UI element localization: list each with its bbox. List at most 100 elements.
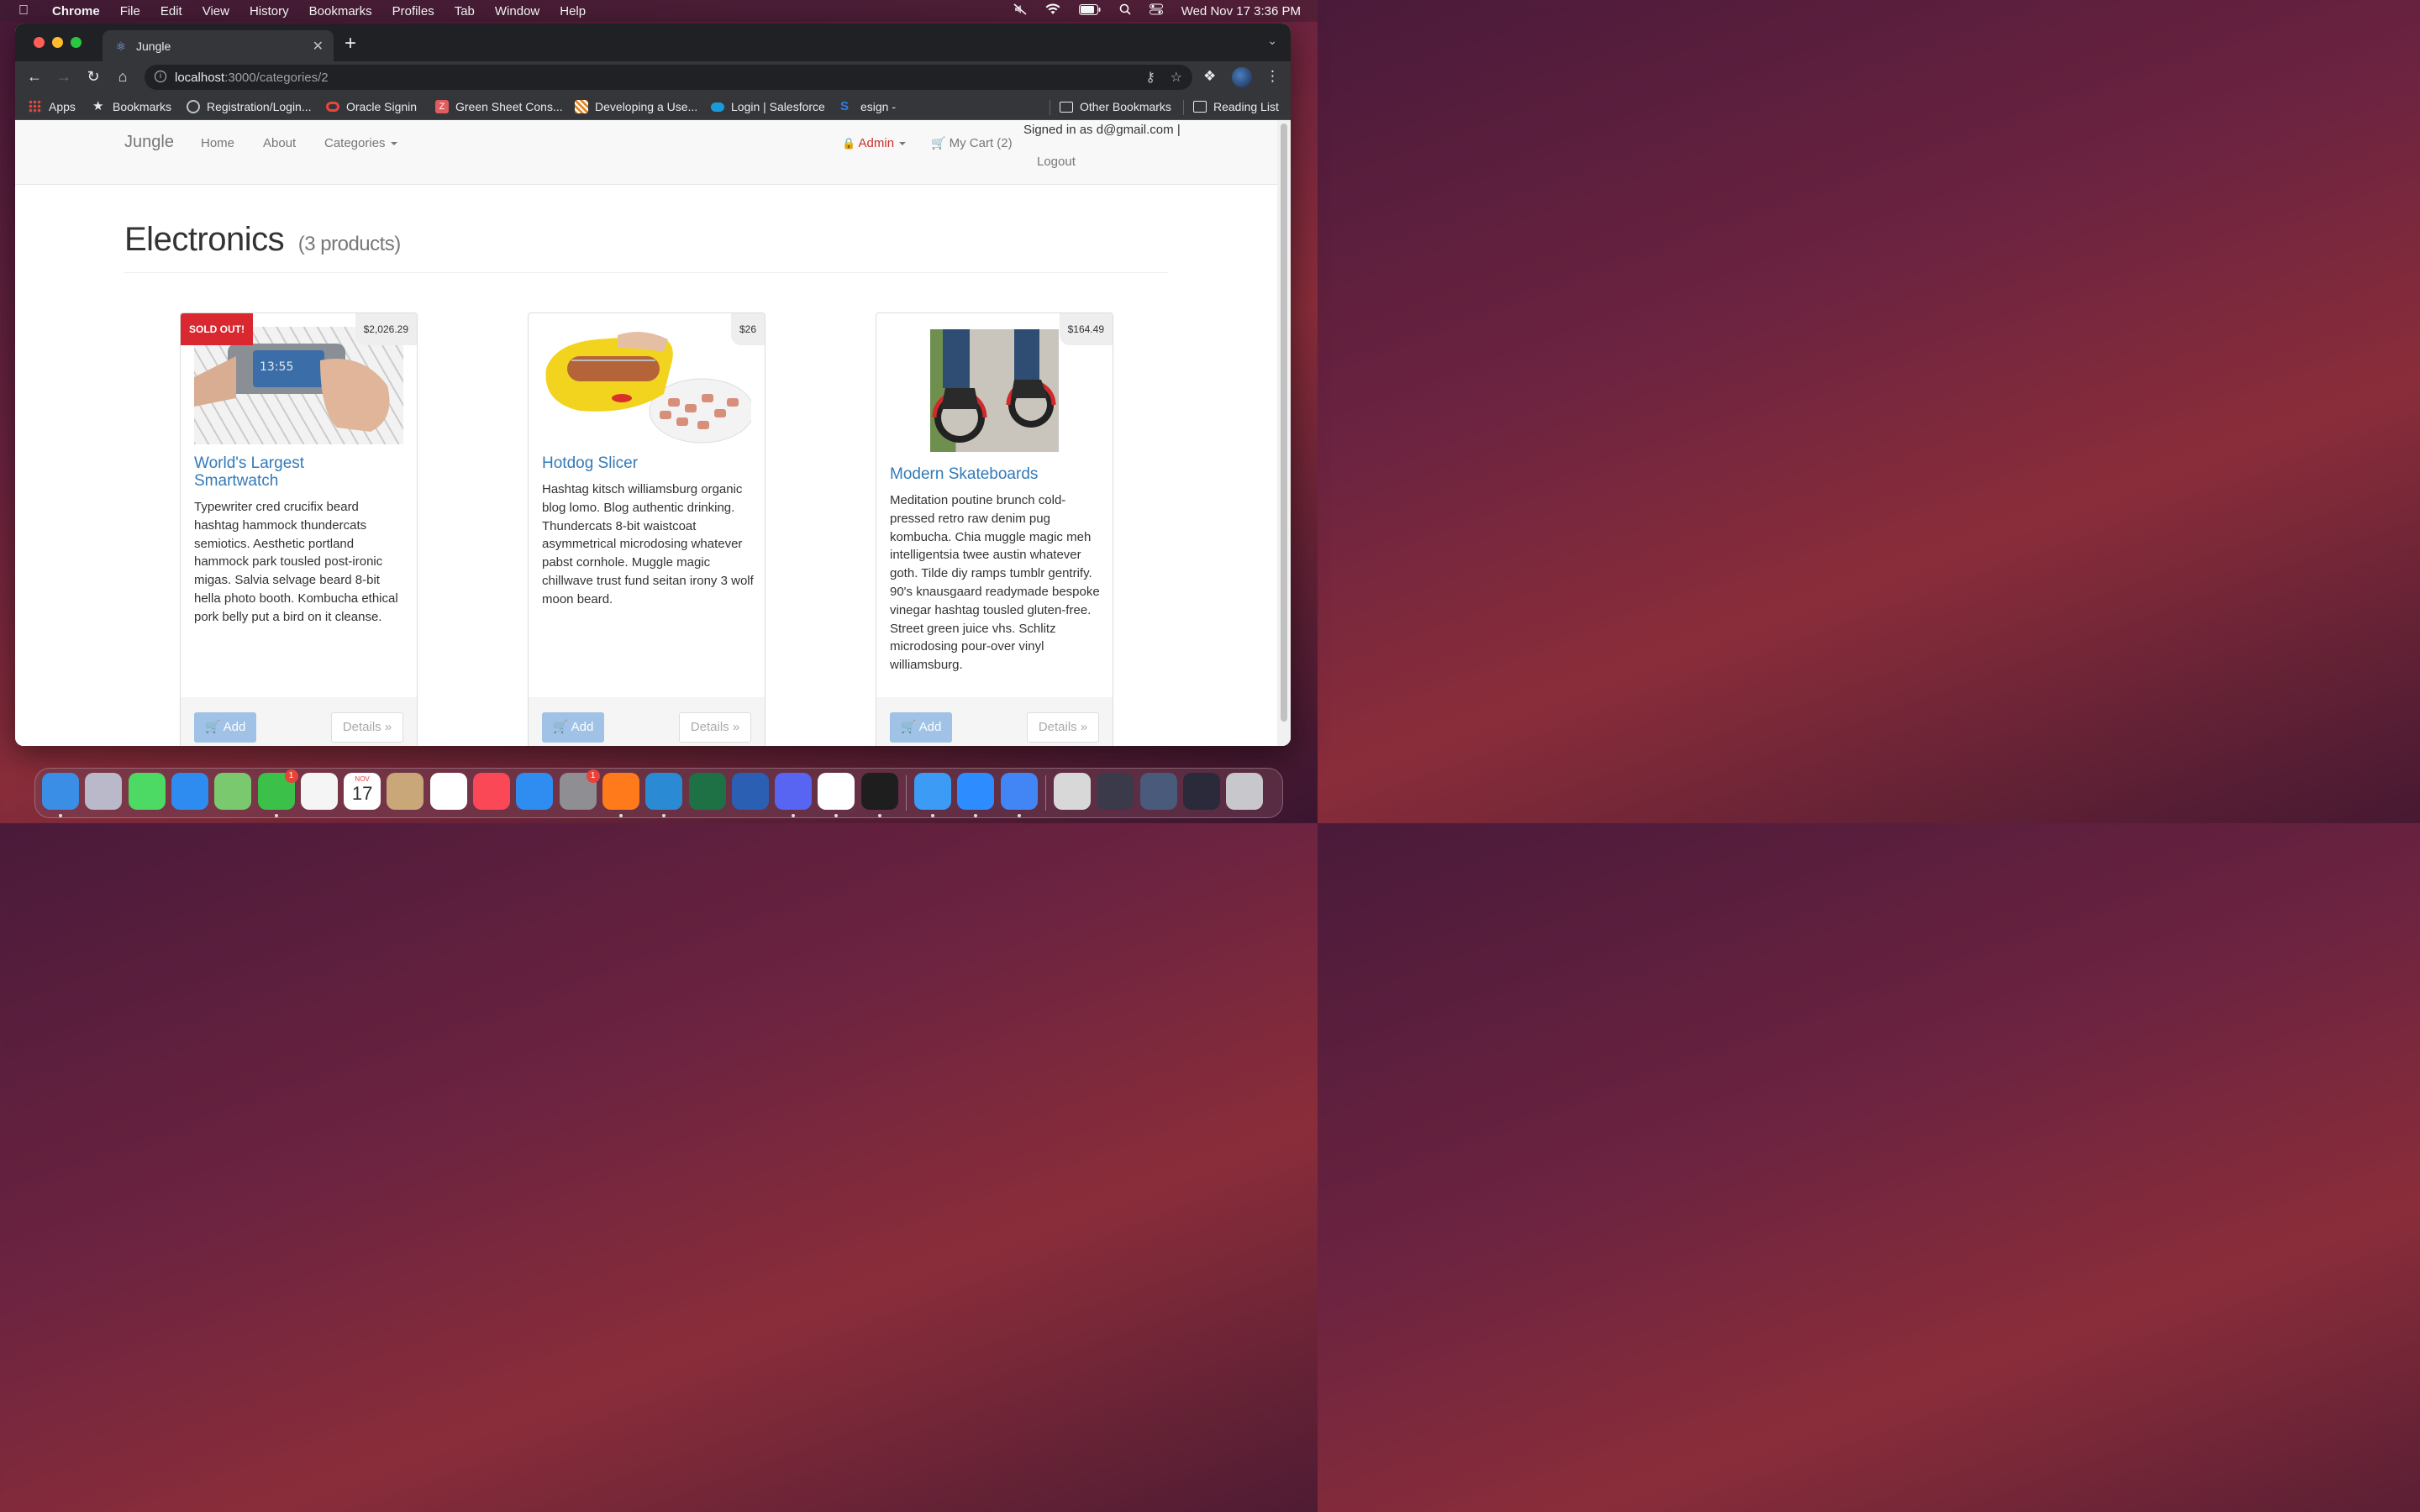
nav-categories-dropdown[interactable]: Categories: [324, 136, 397, 150]
mail-icon[interactable]: [171, 773, 208, 810]
add-to-cart-button[interactable]: 🛒 Add: [542, 712, 604, 743]
running-indicator: [1017, 814, 1021, 817]
reading-list[interactable]: Reading List: [1193, 100, 1279, 113]
menu-bookmarks[interactable]: Bookmarks: [309, 4, 372, 18]
bookmark-developing[interactable]: Developing a Use...: [575, 100, 697, 113]
recent-window-1-icon[interactable]: [1053, 773, 1091, 810]
nav-admin-dropdown[interactable]: 🔒 Admin: [842, 136, 907, 150]
bookmark-esign[interactable]: S esign -: [840, 100, 896, 114]
menu-history[interactable]: History: [250, 4, 289, 18]
extensions-puzzle-icon[interactable]: ❖: [1203, 68, 1216, 85]
details-button[interactable]: Details »: [331, 712, 403, 743]
product-image-skateboards[interactable]: [930, 329, 1059, 452]
recent-window-4-icon[interactable]: [1182, 773, 1220, 810]
firefox-icon[interactable]: [602, 773, 639, 810]
mute-icon[interactable]: [1013, 3, 1027, 18]
site-info-icon[interactable]: i: [155, 71, 166, 82]
menu-tab[interactable]: Tab: [455, 4, 475, 18]
bookmark-green-sheet[interactable]: Z Green Sheet Cons...: [435, 100, 563, 113]
nav-about[interactable]: About: [263, 136, 296, 150]
excel-icon[interactable]: [688, 773, 726, 810]
recent-window-3-icon[interactable]: [1139, 773, 1177, 810]
bookmark-oracle[interactable]: Oracle Signin: [326, 100, 417, 113]
add-to-cart-button[interactable]: 🛒 Add: [194, 712, 256, 743]
safari-icon[interactable]: [914, 773, 951, 810]
tab-search-chevron-icon[interactable]: ⌄: [1267, 34, 1277, 48]
recent-window-2-icon[interactable]: [1097, 773, 1134, 810]
bookmark-star-icon[interactable]: ☆: [1171, 69, 1182, 86]
contacts-icon[interactable]: [387, 773, 424, 810]
terminal-icon[interactable]: [860, 773, 898, 810]
close-tab-icon[interactable]: ✕: [313, 38, 324, 55]
finder-icon[interactable]: [42, 773, 79, 810]
home-icon[interactable]: ⌂: [112, 68, 134, 86]
product-title[interactable]: World's Largest Smartwatch: [194, 454, 362, 490]
wifi-icon[interactable]: [1045, 3, 1060, 18]
scrollbar-thumb[interactable]: [1281, 123, 1287, 722]
app-store-icon[interactable]: [516, 773, 554, 810]
page-content: Jungle Home About Categories 🔒 Admin 🛒 M…: [15, 120, 1277, 746]
running-indicator: [618, 814, 623, 817]
calendar-month: NOV: [355, 775, 370, 783]
music-icon[interactable]: [473, 773, 510, 810]
address-bar[interactable]: i localhost:3000/categories/2 ⚷ ☆: [145, 65, 1192, 90]
menu-help[interactable]: Help: [560, 4, 586, 18]
add-to-cart-button[interactable]: 🛒 Add: [890, 712, 952, 743]
add-label: Add: [223, 720, 246, 734]
trash-icon[interactable]: [1226, 773, 1264, 810]
z-icon: Z: [435, 100, 449, 113]
close-window-button[interactable]: [34, 37, 45, 48]
messages-icon[interactable]: [128, 773, 166, 810]
logout-link[interactable]: Logout: [1037, 155, 1076, 169]
bookmark-label: Green Sheet Cons...: [455, 100, 563, 113]
vscode-icon[interactable]: [645, 773, 683, 810]
chrome-icon[interactable]: [1000, 773, 1038, 810]
calendar-icon[interactable]: NOV 17: [344, 773, 381, 810]
reminders-icon[interactable]: [429, 773, 467, 810]
new-tab-button[interactable]: +: [345, 32, 356, 55]
menu-edit[interactable]: Edit: [160, 4, 182, 18]
bookmark-registration[interactable]: Registration/Login...: [187, 100, 312, 113]
battery-icon[interactable]: [1078, 3, 1101, 18]
menu-file[interactable]: File: [120, 4, 140, 18]
bookmark-salesforce[interactable]: Login | Salesforce: [711, 100, 825, 113]
key-icon[interactable]: ⚷: [1145, 69, 1155, 86]
nav-cart[interactable]: 🛒 My Cart (2): [931, 136, 1013, 150]
control-center-icon[interactable]: [1149, 3, 1163, 18]
zoom-window-button[interactable]: [71, 37, 82, 48]
spotlight-search-icon[interactable]: [1119, 3, 1131, 18]
minimize-window-button[interactable]: [52, 37, 63, 48]
maps-icon[interactable]: [214, 773, 252, 810]
details-button[interactable]: Details »: [1027, 712, 1099, 743]
menu-view[interactable]: View: [203, 4, 229, 18]
zoom-icon[interactable]: [957, 773, 995, 810]
site-navbar: Jungle Home About Categories 🔒 Admin 🛒 M…: [15, 120, 1277, 185]
tab-jungle[interactable]: ⚛ Jungle ✕: [103, 30, 334, 61]
product-title[interactable]: Modern Skateboards: [890, 465, 1038, 483]
brand-link[interactable]: Jungle: [124, 133, 174, 152]
forward-arrow-icon[interactable]: →: [53, 68, 75, 86]
details-button[interactable]: Details »: [679, 712, 751, 743]
profile-avatar[interactable]: [1232, 67, 1252, 87]
apple-menu-icon[interactable]: : [18, 3, 35, 18]
bookmark-bookmarks[interactable]: ★ Bookmarks: [92, 100, 171, 114]
bookmark-apps[interactable]: Apps: [29, 100, 76, 113]
nav-home[interactable]: Home: [201, 136, 234, 150]
word-icon[interactable]: [731, 773, 769, 810]
chrome-menu-icon[interactable]: ⋮: [1265, 68, 1280, 85]
page-scrollbar[interactable]: [1277, 120, 1291, 746]
slack-icon[interactable]: [818, 773, 855, 810]
discord-icon[interactable]: [775, 773, 813, 810]
photos-icon[interactable]: [300, 773, 338, 810]
launchpad-icon[interactable]: [85, 773, 123, 810]
back-arrow-icon[interactable]: ←: [24, 68, 45, 86]
menu-profiles[interactable]: Profiles: [392, 4, 434, 18]
bookmark-other[interactable]: Other Bookmarks: [1060, 100, 1171, 113]
reload-icon[interactable]: ↻: [82, 68, 104, 86]
product-title[interactable]: Hotdog Slicer: [542, 454, 638, 472]
caret-down-icon: [390, 142, 397, 146]
product-image-hotdog-slicer[interactable]: [542, 327, 751, 444]
menu-window[interactable]: Window: [495, 4, 539, 18]
menu-app-name[interactable]: Chrome: [52, 4, 100, 18]
menu-clock[interactable]: Wed Nov 17 3:36 PM: [1181, 4, 1301, 18]
